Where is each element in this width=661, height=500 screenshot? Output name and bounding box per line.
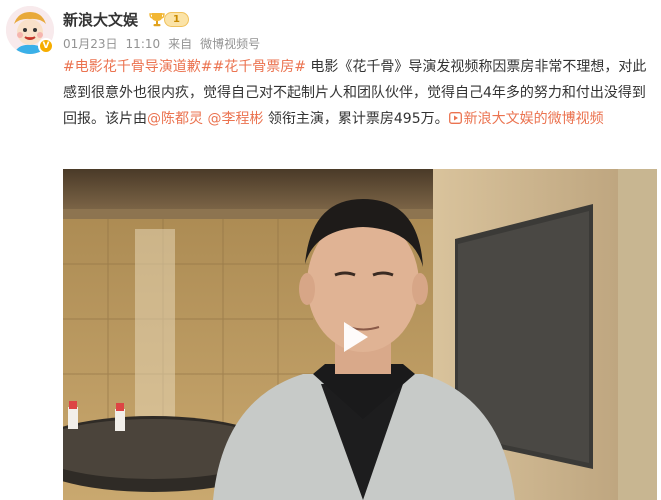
topic-link-1[interactable]: #电影花千骨导演道歉#	[63, 59, 212, 75]
source-prefix: 来自	[168, 37, 193, 51]
post-time[interactable]: 11:10	[126, 37, 161, 51]
video-link[interactable]: 新浪大文娱的微博视频	[448, 111, 604, 127]
video-link-label: 新浪大文娱的微博视频	[463, 111, 604, 127]
post-date[interactable]: 01月23日	[63, 37, 118, 51]
level-number: 1	[164, 11, 189, 27]
verified-badge-icon: V	[38, 38, 54, 54]
post-text: #电影花千骨导演道歉##花千骨票房# 电影《花千骨》导演发视频称因票房非常不理想…	[63, 54, 657, 132]
topic-link-2[interactable]: #花千骨票房#	[212, 59, 305, 75]
post-text-part-3: 领衔主演，累计票房495万。	[263, 111, 449, 127]
author-name[interactable]: 新浪大文娱	[63, 9, 138, 30]
video-link-icon	[448, 112, 462, 124]
mention-link-1[interactable]: @陈都灵	[147, 111, 203, 127]
level-badge[interactable]: 1	[148, 10, 189, 28]
post-source[interactable]: 微博视频号	[200, 37, 260, 51]
mention-link-2[interactable]: @李程彬	[207, 111, 263, 127]
post-meta: 01月23日 11:10 来自 微博视频号	[63, 35, 268, 52]
play-icon[interactable]	[330, 314, 376, 360]
